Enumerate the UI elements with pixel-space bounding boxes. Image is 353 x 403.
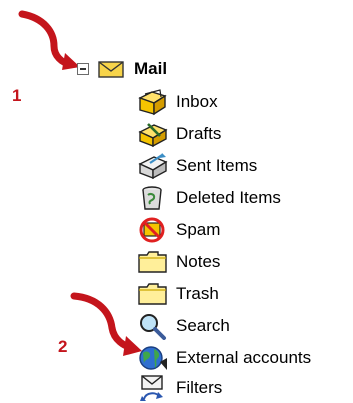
tree-item-label: External accounts	[176, 348, 312, 367]
tree-item-drafts[interactable]: Drafts	[136, 120, 221, 148]
folder-icon	[138, 251, 167, 273]
tree-item-label: Sent Items	[176, 156, 258, 175]
tree-item-sent-items[interactable]: Sent Items	[136, 152, 257, 180]
tree-item-label: Search	[176, 316, 230, 335]
tree-item-label: Notes	[176, 252, 221, 271]
tree-item-label: Deleted Items	[176, 188, 281, 207]
tree-item-notes[interactable]: Notes	[136, 248, 220, 276]
tree-item-label: Spam	[176, 220, 221, 239]
globe-icon	[139, 346, 167, 370]
annotation-arrow-1	[18, 10, 80, 70]
tree-root-label: Mail	[134, 59, 168, 78]
tree-item-trash[interactable]: Trash	[136, 280, 219, 308]
tree-item-inbox[interactable]: Inbox	[136, 88, 218, 116]
tree-item-filters[interactable]: Filters	[136, 374, 222, 402]
tree-item-search[interactable]: Search	[136, 312, 230, 340]
tree-item-label: Trash	[176, 284, 219, 303]
annotation-arrow-2	[70, 292, 142, 356]
drafts-icon	[138, 123, 168, 148]
tree-item-label: Inbox	[176, 92, 218, 111]
annotation-number-2: 2	[58, 337, 68, 356]
magnifier-icon	[140, 314, 166, 340]
collapse-toggle-icon[interactable]	[77, 63, 89, 75]
annotation-number-1: 1	[12, 86, 22, 105]
trash-can-icon	[142, 186, 162, 210]
sent-items-icon	[138, 153, 168, 180]
folder-icon	[138, 283, 167, 305]
tree-item-label: Drafts	[176, 124, 222, 143]
tree-item-label: Filters	[176, 378, 223, 397]
mail-envelope-icon	[98, 61, 124, 78]
tree-item-external-accounts[interactable]: External accounts	[136, 344, 311, 372]
tree-item-spam[interactable]: Spam	[136, 216, 220, 244]
tree-item-deleted-items[interactable]: Deleted Items	[136, 184, 281, 212]
filter-envelope-icon	[140, 375, 163, 401]
spam-icon	[139, 217, 165, 243]
tree-root-mail[interactable]: Mail	[77, 57, 167, 81]
inbox-icon	[138, 89, 167, 116]
